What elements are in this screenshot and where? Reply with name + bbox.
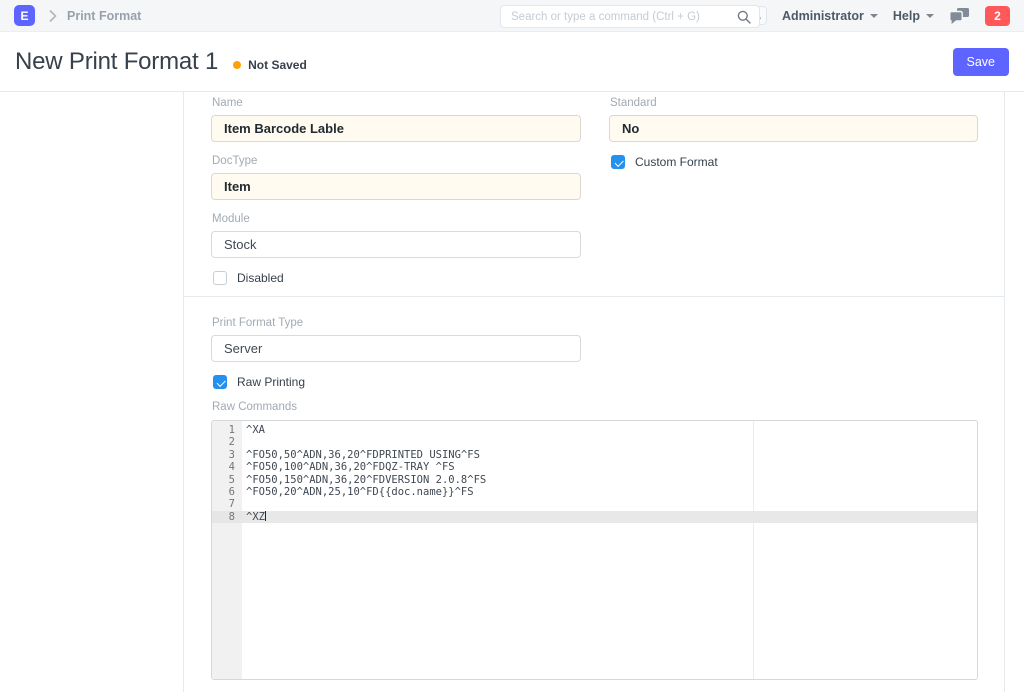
- breadcrumb-print-format[interactable]: Print Format: [67, 9, 141, 23]
- gutter-line-number: 4: [212, 461, 242, 473]
- chevron-right-icon: [49, 10, 57, 22]
- user-menu-label: Administrator: [782, 9, 864, 23]
- print-format-type-select[interactable]: Server: [211, 335, 581, 362]
- form-layout: Name Item Barcode Lable DocType Item Mod…: [0, 92, 1024, 692]
- page-title: New Print Format 1: [15, 48, 218, 76]
- raw-printing-checkbox[interactable]: [213, 375, 227, 389]
- custom-format-checkbox-label: Custom Format: [635, 155, 718, 169]
- form-sidebar: [0, 92, 184, 692]
- gutter-line-number: 2: [212, 436, 242, 448]
- not-saved-dot-icon: [233, 61, 241, 69]
- custom-format-checkbox[interactable]: [611, 155, 625, 169]
- field-standard: Standard No: [609, 97, 978, 142]
- search-icon[interactable]: [737, 10, 751, 24]
- navbar: E Print Format A Administrator Help: [0, 0, 1024, 32]
- page-head: New Print Format 1 Not Saved Save: [0, 32, 1024, 92]
- code-line[interactable]: ^XZ: [242, 511, 977, 523]
- raw-printing-checkbox-label: Raw Printing: [237, 375, 305, 389]
- doctype-label: DocType: [212, 155, 581, 168]
- field-name: Name Item Barcode Lable: [211, 97, 581, 142]
- disabled-checkbox-label: Disabled: [237, 271, 284, 285]
- print-format-type-label: Print Format Type: [212, 317, 978, 330]
- status-badge: Not Saved: [248, 58, 307, 72]
- global-search[interactable]: [500, 5, 760, 28]
- gutter-line-number: 3: [212, 449, 242, 461]
- notifications-badge[interactable]: 2: [985, 6, 1010, 26]
- navbar-right: A Administrator Help 2: [748, 6, 1010, 26]
- custom-format-checkbox-row[interactable]: Custom Format: [611, 155, 978, 169]
- module-label: Module: [212, 213, 581, 226]
- code-line[interactable]: ^XA: [242, 424, 977, 436]
- editor-gutter: 12345678: [212, 421, 242, 679]
- raw-commands-label: Raw Commands: [212, 401, 978, 414]
- standard-input[interactable]: No: [609, 115, 978, 142]
- code-line[interactable]: ^FO50,100^ADN,36,20^FDQZ-TRAY ^FS: [242, 461, 977, 473]
- code-line[interactable]: ^FO50,20^ADN,25,10^FD{{doc.name}}^FS: [242, 486, 977, 498]
- form-column-right: Standard No Custom Format: [609, 97, 978, 296]
- navbar-left: E Print Format: [14, 5, 141, 26]
- app-logo-letter: E: [20, 9, 28, 23]
- field-module: Module Stock: [211, 213, 581, 258]
- disabled-checkbox[interactable]: [213, 271, 227, 285]
- gutter-line-number: 8: [212, 511, 242, 523]
- code-line[interactable]: [242, 436, 977, 448]
- module-input[interactable]: Stock: [211, 231, 581, 258]
- form-main: Name Item Barcode Lable DocType Item Mod…: [184, 92, 1005, 692]
- raw-commands-editor[interactable]: 12345678 ^XA ^FO50,50^ADN,36,20^FDPRINTED…: [211, 420, 978, 680]
- user-menu[interactable]: Administrator: [782, 9, 878, 23]
- text-cursor-icon: [265, 511, 267, 521]
- form-section-details: Name Item Barcode Lable DocType Item Mod…: [184, 92, 1004, 297]
- status-indicator: Not Saved: [233, 58, 307, 72]
- code-line[interactable]: ^FO50,50^ADN,36,20^FDPRINTED USING^FS: [242, 449, 977, 461]
- form-section-printing: Print Format Type Server Raw Printing Ra…: [184, 297, 1004, 680]
- field-doctype: DocType Item: [211, 155, 581, 200]
- field-print-format-type: Print Format Type Server: [211, 317, 978, 362]
- form-column-left: Name Item Barcode Lable DocType Item Mod…: [211, 97, 581, 296]
- caret-down-icon: [870, 14, 878, 18]
- editor-content[interactable]: ^XA ^FO50,50^ADN,36,20^FDPRINTED USING^FS…: [242, 421, 977, 679]
- gutter-line-number: 7: [212, 498, 242, 510]
- disabled-checkbox-row[interactable]: Disabled: [213, 271, 581, 285]
- caret-down-icon: [926, 14, 934, 18]
- raw-printing-checkbox-row[interactable]: Raw Printing: [213, 375, 978, 389]
- help-menu-label: Help: [893, 9, 920, 23]
- code-line[interactable]: ^FO50,150^ADN,36,20^FDVERSION 2.0.8^FS: [242, 474, 977, 486]
- name-input[interactable]: Item Barcode Lable: [211, 115, 581, 142]
- chat-icon[interactable]: [949, 7, 970, 25]
- doctype-input[interactable]: Item: [211, 173, 581, 200]
- code-line[interactable]: [242, 498, 977, 510]
- gutter-line-number: 6: [212, 486, 242, 498]
- search-input[interactable]: [511, 11, 737, 23]
- gutter-line-number: 5: [212, 474, 242, 486]
- save-button[interactable]: Save: [953, 48, 1010, 76]
- gutter-line-number: 1: [212, 424, 242, 436]
- name-label: Name: [212, 97, 581, 110]
- app-logo[interactable]: E: [14, 5, 35, 26]
- help-menu[interactable]: Help: [893, 9, 934, 23]
- standard-label: Standard: [610, 97, 978, 110]
